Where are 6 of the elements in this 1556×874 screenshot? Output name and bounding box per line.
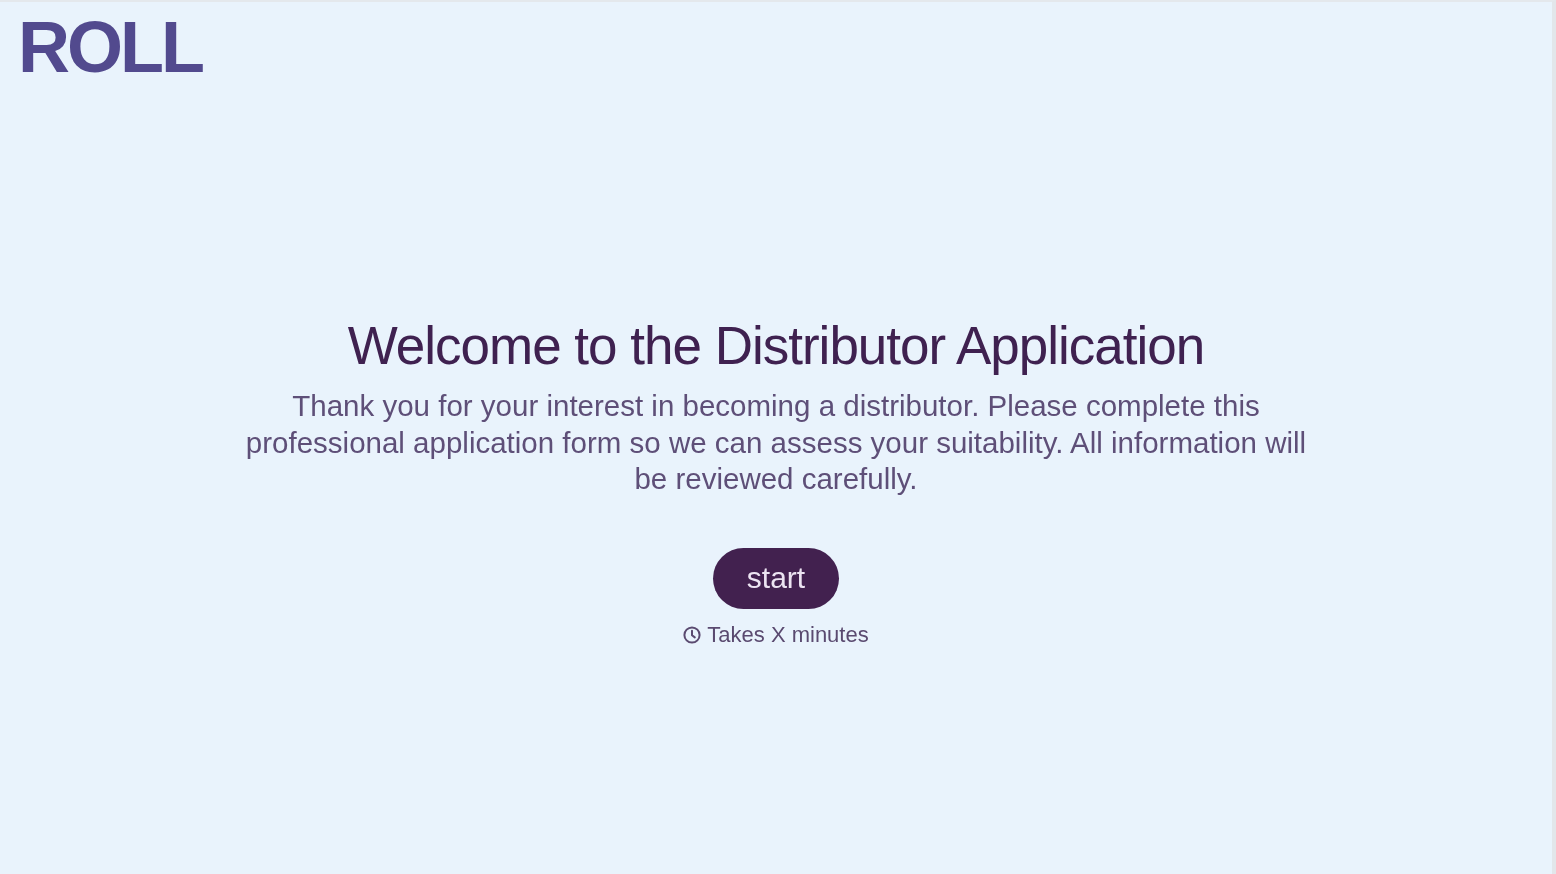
page-title: Welcome to the Distributor Application (347, 316, 1205, 376)
start-button[interactable]: start (713, 547, 839, 609)
intro-text: Thank you for your interest in becoming a distributor. Please complete this professional application form so we can assess your suitability. All information will be reviewed carefully. (244, 388, 1308, 497)
clock-icon (683, 625, 702, 644)
duration-text: Takes X minutes (707, 621, 869, 648)
logo: ROLL (18, 11, 202, 83)
